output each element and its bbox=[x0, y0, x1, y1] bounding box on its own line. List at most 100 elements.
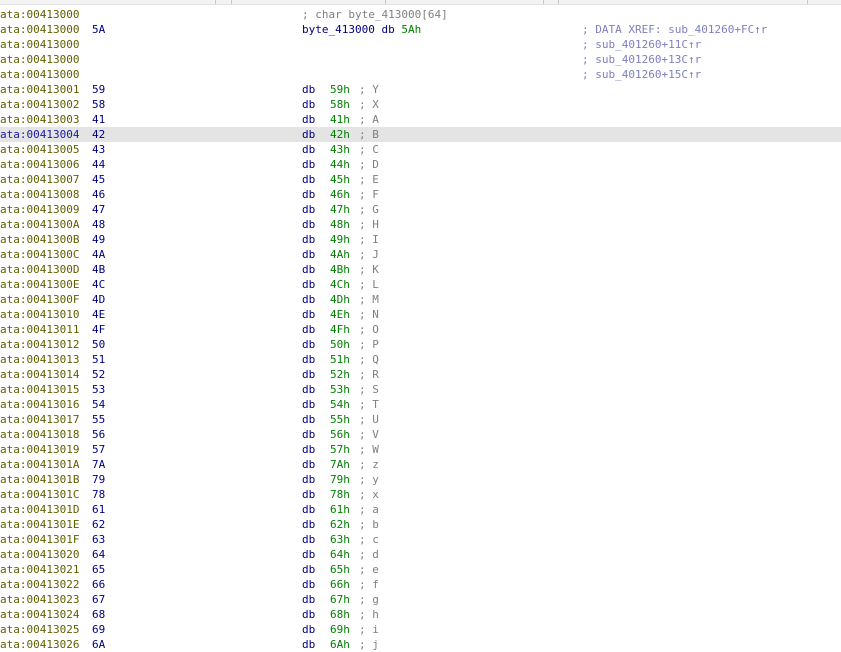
array-directive: db bbox=[381, 23, 395, 36]
listing-row[interactable]: ata:00413022 66 db 66h ; f bbox=[0, 577, 841, 592]
line-value: 54h bbox=[330, 398, 350, 411]
line-directive: db bbox=[302, 368, 316, 381]
listing-row[interactable]: ata:0041301D 61 db 61h ; a bbox=[0, 502, 841, 517]
xref-comment[interactable]: ; sub_401260+13C↑r bbox=[582, 52, 701, 67]
listing-row[interactable]: ata:00413002 58 db 58h ; X bbox=[0, 97, 841, 112]
line-comment: ; i bbox=[359, 623, 379, 636]
line-byte: 62 bbox=[92, 518, 106, 531]
line-value: 4Fh bbox=[330, 323, 350, 336]
line-value: 59h bbox=[330, 83, 350, 96]
xref-line[interactable]: ata:00413000 ; sub_401260+11C↑r bbox=[0, 37, 841, 52]
line-address: ata:00413008 bbox=[0, 188, 80, 201]
listing-row[interactable]: ata:0041300F 4D db 4Dh ; M bbox=[0, 292, 841, 307]
array-definition[interactable]: byte_413000 db 5Ah bbox=[302, 22, 421, 37]
header-divider bbox=[807, 0, 808, 4]
line-directive: db bbox=[302, 278, 316, 291]
listing-row[interactable]: ata:00413001 59 db 59h ; Y bbox=[0, 82, 841, 97]
array-definition-line[interactable]: ata:00413000 5A byte_413000 db 5Ah ; DAT… bbox=[0, 22, 841, 37]
listing-row[interactable]: ata:0041301B 79 db 79h ; y bbox=[0, 472, 841, 487]
line-directive: db bbox=[302, 638, 316, 651]
listing-row[interactable]: ata:00413015 53 db 53h ; S bbox=[0, 382, 841, 397]
line-byte: 42 bbox=[92, 128, 106, 141]
line-value: 45h bbox=[330, 173, 350, 186]
listing-row[interactable]: ata:0041301A 7A db 7Ah ; z bbox=[0, 457, 841, 472]
listing-row[interactable]: ata:00413012 50 db 50h ; P bbox=[0, 337, 841, 352]
line-byte: 44 bbox=[92, 158, 106, 171]
xref-comment[interactable]: ; DATA XREF: sub_401260+FC↑r bbox=[582, 22, 767, 37]
listing-row[interactable]: ata:0041301F 63 db 63h ; c bbox=[0, 532, 841, 547]
array-name[interactable]: byte_413000 bbox=[302, 23, 375, 36]
listing-row[interactable]: ata:00413019 57 db 57h ; W bbox=[0, 442, 841, 457]
listing-row[interactable]: ata:00413026 6A db 6Ah ; j bbox=[0, 637, 841, 652]
line-address: ata:00413000 bbox=[0, 68, 80, 81]
listing-row[interactable]: ata:0041300A 48 db 48h ; H bbox=[0, 217, 841, 232]
line-address: ata:00413024 bbox=[0, 608, 80, 621]
line-directive: db bbox=[302, 128, 316, 141]
line-address: ata:0041300F bbox=[0, 293, 80, 306]
listing-row[interactable]: ata:00413003 41 db 41h ; A bbox=[0, 112, 841, 127]
disassembly-listing[interactable]: ata:00413000 ; char byte_413000[64] ata:… bbox=[0, 7, 841, 652]
line-value: 57h bbox=[330, 443, 350, 456]
line-address: ata:00413010 bbox=[0, 308, 80, 321]
listing-row[interactable]: ata:00413011 4F db 4Fh ; O bbox=[0, 322, 841, 337]
listing-row[interactable]: ata:00413013 51 db 51h ; Q bbox=[0, 352, 841, 367]
line-directive: db bbox=[302, 608, 316, 621]
line-address: ata:00413020 bbox=[0, 548, 80, 561]
listing-row[interactable]: ata:00413024 68 db 68h ; h bbox=[0, 607, 841, 622]
xref-line[interactable]: ata:00413000 ; sub_401260+15C↑r bbox=[0, 67, 841, 82]
xref-comment[interactable]: ; sub_401260+11C↑r bbox=[582, 37, 701, 52]
line-comment: ; d bbox=[359, 548, 379, 561]
line-address: ata:00413000 bbox=[0, 38, 80, 51]
line-byte: 4B bbox=[92, 263, 106, 276]
listing-row[interactable]: ata:0041300B 49 db 49h ; I bbox=[0, 232, 841, 247]
listing-row[interactable]: ata:00413014 52 db 52h ; R bbox=[0, 367, 841, 382]
listing-row[interactable]: ata:0041300D 4B db 4Bh ; K bbox=[0, 262, 841, 277]
line-value: 4Ch bbox=[330, 278, 350, 291]
listing-row[interactable]: ata:0041300C 4A db 4Ah ; J bbox=[0, 247, 841, 262]
listing-row[interactable]: ata:0041300E 4C db 4Ch ; L bbox=[0, 277, 841, 292]
listing-row[interactable]: ata:00413023 67 db 67h ; g bbox=[0, 592, 841, 607]
line-directive: db bbox=[302, 503, 316, 516]
listing-row[interactable]: ata:00413017 55 db 55h ; U bbox=[0, 412, 841, 427]
listing-row[interactable]: ata:00413025 69 db 69h ; i bbox=[0, 622, 841, 637]
line-value: 52h bbox=[330, 368, 350, 381]
listing-row[interactable]: ata:00413004 42 db 42h ; B bbox=[0, 127, 841, 142]
listing-row[interactable]: ata:00413016 54 db 54h ; T bbox=[0, 397, 841, 412]
header-divider bbox=[558, 0, 559, 4]
line-directive: db bbox=[302, 563, 316, 576]
line-byte: 67 bbox=[92, 593, 106, 606]
line-address: ata:00413013 bbox=[0, 353, 80, 366]
listing-row[interactable]: ata:00413009 47 db 47h ; G bbox=[0, 202, 841, 217]
listing-row[interactable]: ata:00413010 4E db 4Eh ; N bbox=[0, 307, 841, 322]
line-address: ata:00413009 bbox=[0, 203, 80, 216]
line-comment: ; e bbox=[359, 563, 379, 576]
line-value: 46h bbox=[330, 188, 350, 201]
listing-row[interactable]: ata:00413020 64 db 64h ; d bbox=[0, 547, 841, 562]
line-directive: db bbox=[302, 143, 316, 156]
listing-row[interactable]: ata:00413007 45 db 45h ; E bbox=[0, 172, 841, 187]
line-comment: ; G bbox=[359, 203, 379, 216]
line-byte: 79 bbox=[92, 473, 106, 486]
xref-comment[interactable]: ; sub_401260+15C↑r bbox=[582, 67, 701, 82]
line-address: ata:00413000 bbox=[0, 23, 80, 36]
line-directive: db bbox=[302, 623, 316, 636]
line-byte: 7A bbox=[92, 458, 106, 471]
listing-row[interactable]: ata:00413021 65 db 65h ; e bbox=[0, 562, 841, 577]
line-comment: ; b bbox=[359, 518, 379, 531]
line-value: 63h bbox=[330, 533, 350, 546]
line-comment: ; N bbox=[359, 308, 379, 321]
listing-row[interactable]: ata:00413005 43 db 43h ; C bbox=[0, 142, 841, 157]
listing-row[interactable]: ata:00413008 46 db 46h ; F bbox=[0, 187, 841, 202]
line-comment: ; Y bbox=[359, 83, 379, 96]
line-comment: ; g bbox=[359, 593, 379, 606]
line-byte: 51 bbox=[92, 353, 106, 366]
array-comment-line[interactable]: ata:00413000 ; char byte_413000[64] bbox=[0, 7, 841, 22]
line-directive: db bbox=[302, 218, 316, 231]
xref-line[interactable]: ata:00413000 ; sub_401260+13C↑r bbox=[0, 52, 841, 67]
listing-row[interactable]: ata:00413018 56 db 56h ; V bbox=[0, 427, 841, 442]
header-divider bbox=[543, 0, 544, 4]
listing-row[interactable]: ata:0041301C 78 db 78h ; x bbox=[0, 487, 841, 502]
listing-row[interactable]: ata:0041301E 62 db 62h ; b bbox=[0, 517, 841, 532]
line-address: ata:00413006 bbox=[0, 158, 80, 171]
listing-row[interactable]: ata:00413006 44 db 44h ; D bbox=[0, 157, 841, 172]
